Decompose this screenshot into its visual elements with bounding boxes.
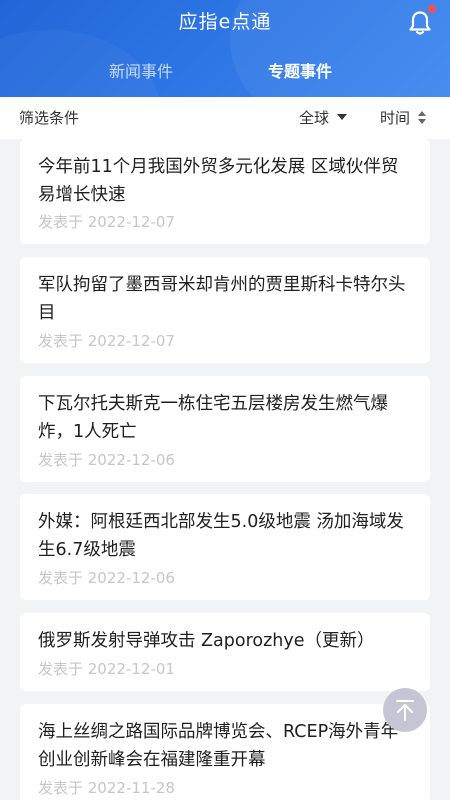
article-date: 发表于 2022-12-01 bbox=[38, 660, 175, 678]
tab-bar: 新闻事件 专题事件 bbox=[0, 58, 450, 88]
app-title: 应指e点通 bbox=[178, 11, 272, 33]
sort-label: 时间 bbox=[380, 109, 411, 127]
article-title: 外媒：阿根廷西北部发生5.0级地震 汤加海域发生6.7级地震 bbox=[38, 512, 404, 560]
article-card[interactable]: 外媒：阿根廷西北部发生5.0级地震 汤加海域发生6.7级地震 发表于 2022-… bbox=[20, 494, 430, 600]
article-date: 发表于 2022-12-06 bbox=[38, 569, 175, 587]
article-date: 发表于 2022-12-07 bbox=[38, 332, 175, 350]
app-header: 应指e点通 新闻事件 专题事件 bbox=[0, 0, 450, 97]
article-card[interactable]: 海上丝绸之路国际品牌博览会、RCEP海外青年创业创新峰会在福建隆重开幕 发表于 … bbox=[20, 704, 430, 800]
article-card[interactable]: 下瓦尔托夫斯克一栋住宅五层楼房发生燃气爆炸，1人死亡 发表于 2022-12-0… bbox=[20, 376, 430, 482]
article-title: 军队拘留了墨西哥米却肯州的贾里斯科卡特尔头目 bbox=[38, 275, 406, 323]
bell-icon[interactable] bbox=[406, 5, 436, 37]
back-to-top-button[interactable] bbox=[383, 688, 427, 732]
article-title: 下瓦尔托夫斯克一栋住宅五层楼房发生燃气爆炸，1人死亡 bbox=[38, 394, 388, 442]
article-date: 发表于 2022-12-06 bbox=[38, 451, 175, 469]
article-date: 发表于 2022-12-07 bbox=[38, 213, 175, 231]
article-card[interactable]: 俄罗斯发射导弹攻击 Zaporozhye（更新） 发表于 2022-12-01 bbox=[20, 613, 430, 691]
tab-news-events[interactable]: 新闻事件 bbox=[109, 58, 173, 86]
article-title: 今年前11个月我国外贸多元化发展 区域伙伴贸易增长快速 bbox=[38, 157, 399, 205]
notification-dot bbox=[428, 5, 436, 13]
region-value: 全球 bbox=[299, 109, 330, 127]
sort-icon bbox=[418, 111, 427, 124]
article-card[interactable]: 军队拘留了墨西哥米却肯州的贾里斯科卡特尔头目 发表于 2022-12-07 bbox=[20, 257, 430, 363]
arrow-up-icon bbox=[396, 700, 414, 721]
sort-by-time[interactable]: 时间 bbox=[380, 107, 427, 129]
article-title: 海上丝绸之路国际品牌博览会、RCEP海外青年创业创新峰会在福建隆重开幕 bbox=[38, 722, 399, 770]
article-title: 俄罗斯发射导弹攻击 Zaporozhye（更新） bbox=[38, 631, 375, 651]
caret-down-icon bbox=[337, 113, 348, 120]
region-dropdown[interactable]: 全球 bbox=[299, 107, 348, 129]
article-date: 发表于 2022-11-28 bbox=[38, 779, 175, 797]
tab-topic-events[interactable]: 专题事件 bbox=[268, 58, 332, 86]
filter-bar: 筛选条件 全球 时间 bbox=[0, 97, 450, 139]
filter-label: 筛选条件 bbox=[19, 109, 80, 127]
article-card[interactable]: 今年前11个月我国外贸多元化发展 区域伙伴贸易增长快速 发表于 2022-12-… bbox=[20, 139, 430, 244]
